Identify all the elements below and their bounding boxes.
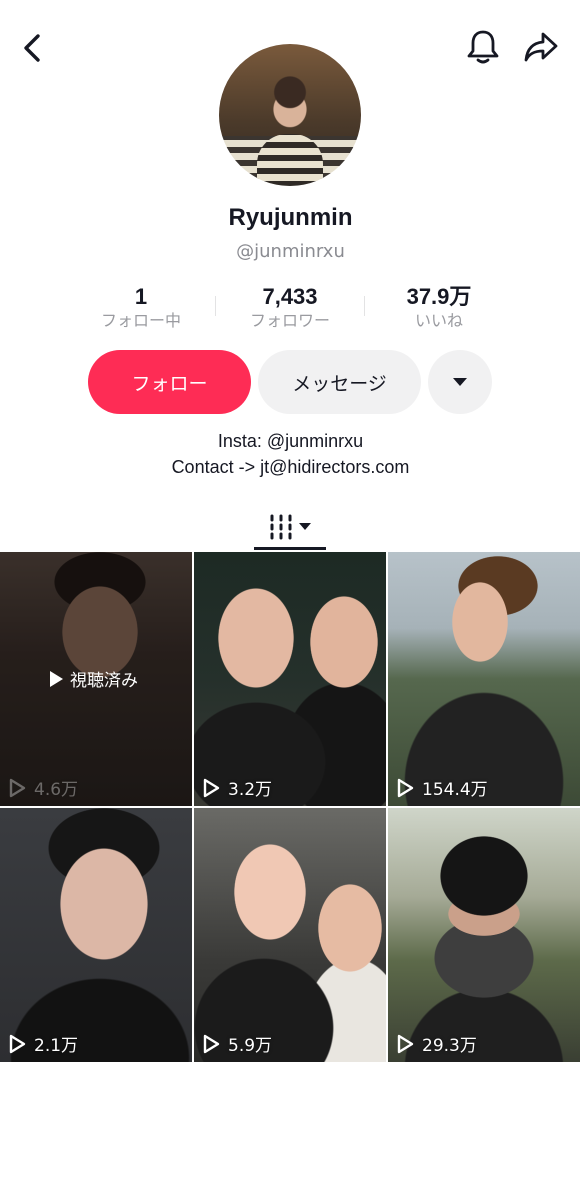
view-count-value: 29.3万 — [422, 1036, 477, 1056]
video-thumbnail[interactable]: 視聴済み 4.6万 — [0, 552, 192, 806]
view-count: 3.2万 — [202, 775, 272, 800]
play-icon — [50, 670, 63, 687]
view-count: 4.6万 — [8, 775, 78, 800]
stat-likes-value: 37.9万 — [406, 284, 472, 309]
share-button[interactable] — [520, 26, 562, 68]
play-outline-icon — [397, 1034, 414, 1053]
stat-following-value: 1 — [134, 284, 148, 309]
video-thumbnail[interactable]: 29.3万 — [388, 808, 580, 1062]
stat-divider — [364, 296, 365, 316]
profile-name: Ryujunmin — [228, 204, 353, 231]
bio-line: Insta: @junminrxu — [217, 431, 364, 451]
stat-followers-value: 7,433 — [262, 284, 318, 309]
video-thumbnail[interactable]: 154.4万 — [388, 552, 580, 806]
chevron-left-icon — [24, 34, 40, 62]
avatar[interactable] — [219, 44, 361, 186]
view-count: 154.4万 — [396, 775, 488, 800]
profile-bio: Insta: @junminrxu Contact -> jt@hidirect… — [0, 428, 581, 480]
view-count: 29.3万 — [396, 1031, 477, 1056]
stat-followers-label: フォロワー — [249, 311, 330, 330]
play-outline-icon — [9, 778, 26, 797]
videos-grid-icon — [270, 514, 311, 540]
bell-icon — [467, 30, 499, 64]
viewed-label: 視聴済み — [70, 671, 138, 691]
tab-videos[interactable] — [256, 504, 326, 548]
share-icon — [524, 32, 558, 62]
more-options-button[interactable] — [428, 350, 492, 414]
view-count-value: 2.1万 — [34, 1036, 79, 1056]
stat-following-label: フォロー中 — [100, 311, 181, 330]
view-count: 2.1万 — [8, 1031, 78, 1056]
stat-likes[interactable]: 37.9万 いいね — [369, 284, 509, 332]
video-thumbnail[interactable]: 2.1万 — [0, 808, 192, 1062]
stat-followers[interactable]: 7,433 フォロワー — [220, 284, 360, 332]
stat-likes-label: いいね — [414, 311, 463, 330]
view-count-value: 5.9万 — [228, 1036, 273, 1056]
stat-following[interactable]: 1 フォロー中 — [71, 284, 211, 332]
video-thumbnail[interactable]: 5.9万 — [194, 808, 386, 1062]
message-button[interactable]: メッセージ — [258, 350, 421, 414]
bio-line: Contact -> jt@hidirectors.com — [171, 457, 410, 477]
profile-stats: 1 フォロー中 7,433 フォロワー 37.9万 いいね — [0, 284, 581, 334]
view-count-value: 154.4万 — [422, 780, 488, 800]
view-count-value: 4.6万 — [34, 780, 79, 800]
content-tab-bar — [0, 500, 581, 550]
back-button[interactable] — [12, 28, 52, 68]
view-count-value: 3.2万 — [228, 780, 273, 800]
notification-bell-button[interactable] — [462, 26, 504, 68]
play-outline-icon — [203, 778, 220, 797]
profile-actions: フォロー メッセージ — [0, 350, 581, 414]
active-tab-indicator — [254, 547, 326, 550]
follow-button[interactable]: フォロー — [88, 350, 251, 414]
view-count: 5.9万 — [202, 1031, 272, 1056]
video-thumbnail[interactable]: 3.2万 — [194, 552, 386, 806]
play-outline-icon — [203, 1034, 220, 1053]
stat-divider — [215, 296, 216, 316]
profile-handle: @junminrxu — [236, 241, 345, 262]
viewed-badge: 視聴済み — [48, 666, 138, 691]
caret-down-icon — [453, 378, 467, 386]
play-outline-icon — [9, 1034, 26, 1053]
play-outline-icon — [397, 778, 414, 797]
